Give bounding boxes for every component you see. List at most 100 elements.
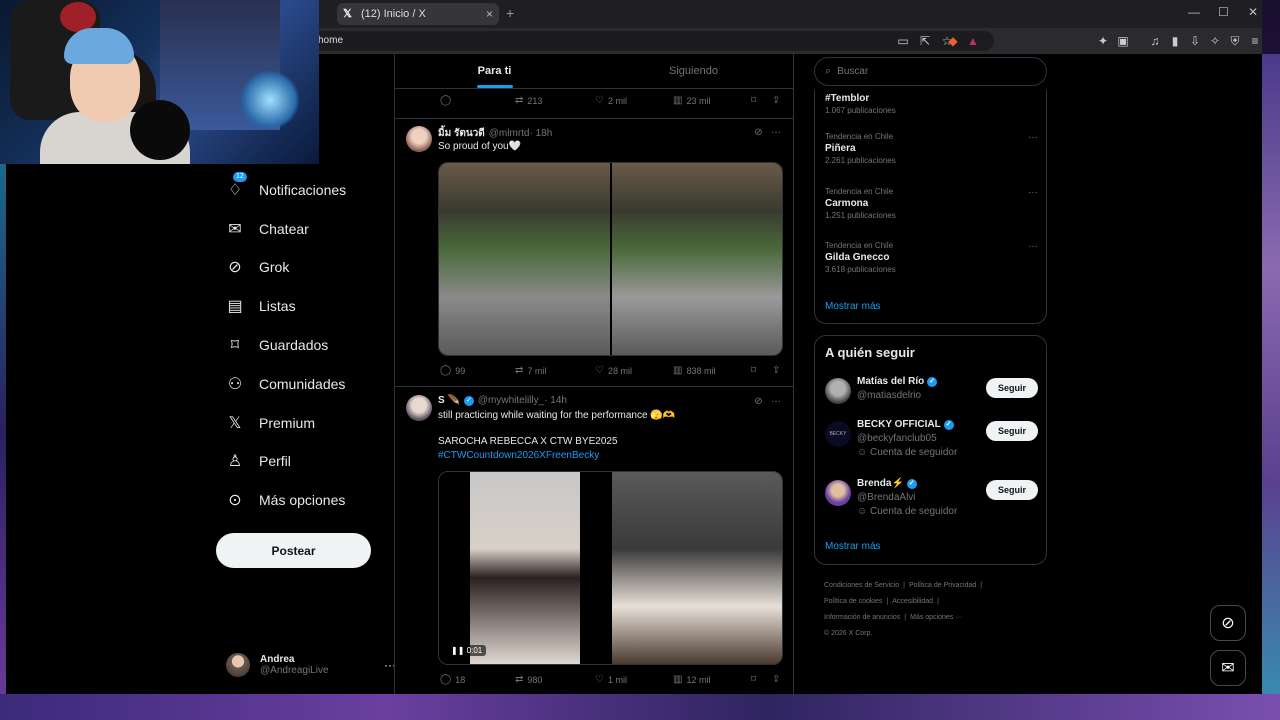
grok-float-button[interactable]: ⊘ [1210,605,1246,641]
minimize-button[interactable]: — [1188,5,1200,19]
follow-button[interactable]: Seguir [986,421,1038,441]
show-more-link[interactable]: Mostrar más [825,541,881,552]
avatar[interactable] [825,378,851,404]
views-button[interactable]: ▥ 838 mil [673,365,715,376]
footer-link[interactable]: Política de cookies [824,598,882,605]
avatar[interactable] [825,480,851,506]
video-frame[interactable] [470,472,580,664]
brave-rewards-icon[interactable]: ▲ [966,34,980,48]
retweet-button[interactable]: ⇄ 7 mil [515,365,546,376]
author-name[interactable]: มิ้ม รัตนวดี [438,126,485,141]
trend-item[interactable]: Tendencia en Chile Gilda Gnecco 3.618 pu… [825,241,1038,274]
vpn-icon[interactable]: ⛨ [1228,34,1242,49]
sidebar-toggle-icon[interactable]: ▮ [1168,34,1182,48]
follow-suggestion[interactable]: Matías del Río ✓ @matiasdelrio Seguir [825,376,1038,416]
brave-shield-icon[interactable]: ◆ [946,34,960,48]
like-button[interactable]: ♡ 1 mil [595,674,627,685]
bookmark-button[interactable]: ⌑ [751,674,760,685]
author-name[interactable]: S 🪶 [438,395,460,406]
reply-button[interactable]: ◯ 99 [440,365,465,376]
search-input[interactable]: ⌕ Buscar [814,57,1047,86]
trend-item[interactable]: #Temblor 1.067 publicaciones [825,91,1038,115]
account-switcher[interactable]: Andrea @AndreagiLive ··· [226,648,396,682]
messages-float-button[interactable]: ✉ [1210,650,1246,686]
reply-button[interactable]: ◯ [440,95,455,106]
share-button[interactable]: ⇪ [772,95,784,106]
menu-icon[interactable]: ≡ [1248,34,1262,48]
tweet-time[interactable]: · 18h [529,128,552,139]
grok-icon[interactable]: ⊘ [754,396,762,407]
nav-profile[interactable]: ♙ Perfil [226,446,291,476]
bookmark-button[interactable]: ⌑ [751,365,760,376]
cast-icon[interactable]: ▭ [896,34,910,48]
more-icon[interactable]: ··· [1028,132,1038,143]
url-field[interactable]: home [306,31,994,51]
hashtag-link[interactable]: #CTWCountdown2026XFreenBecky [438,450,599,461]
avatar[interactable] [406,126,432,152]
tab-close-icon[interactable]: × [486,7,493,21]
browser-tab[interactable]: 𝕏 (12) Inicio / X × [337,3,499,25]
post-button[interactable]: Postear [216,533,371,568]
close-window-button[interactable]: ✕ [1248,5,1258,19]
views-button[interactable]: ▥ 23 mil [673,95,710,106]
tweet-media[interactable] [438,162,783,356]
footer-link[interactable]: Condiciones de Servicio [824,582,899,589]
tweet-time[interactable]: · 14h [544,395,567,406]
nav-communities[interactable]: ⚇ Comunidades [226,369,346,399]
share-button[interactable]: ⇪ [772,365,784,376]
tweet-photo[interactable] [612,163,782,355]
footer-link[interactable]: Política de Privacidad [909,582,976,589]
retweet-button[interactable]: ⇄ 980 [515,674,542,685]
music-icon[interactable]: ♫ [1148,34,1162,48]
share-button[interactable]: ⇪ [772,674,784,685]
like-button[interactable]: ♡ 2 mil [595,95,627,106]
reply-button[interactable]: ◯ 18 [440,674,465,685]
video-timestamp[interactable]: ❚❚ 0:01 [447,645,487,656]
footer-link[interactable]: Información de anuncios [824,614,900,621]
tab-for-you[interactable]: Para ti [395,54,594,88]
nav-chat[interactable]: ✉ Chatear [226,214,309,244]
tab-following[interactable]: Siguiendo [594,54,793,88]
video-frame[interactable] [612,472,782,664]
grok-icon[interactable]: ⊘ [754,127,762,138]
extensions-icon[interactable]: ✦ [1096,34,1110,48]
leo-ai-icon[interactable]: ✧ [1208,34,1222,48]
footer-link[interactable]: Más opciones ··· [910,614,962,621]
more-icon[interactable]: ··· [771,396,781,407]
nav-lists[interactable]: ▤ Listas [226,291,295,321]
x-logo-icon: 𝕏 [343,8,352,20]
nav-bookmarks[interactable]: ⌑ Guardados [226,330,328,360]
author-handle[interactable]: @mywhitelilly_ [478,395,544,406]
tweet-video[interactable]: ❚❚ 0:01 [438,471,783,665]
new-tab-button[interactable]: + [506,5,514,21]
footer-link[interactable]: Accesibilidad [892,598,933,605]
more-icon[interactable]: ··· [1028,187,1038,198]
like-button[interactable]: ♡ 28 mil [595,365,632,376]
tweet-photo[interactable] [439,163,610,355]
follow-button[interactable]: Seguir [986,480,1038,500]
more-icon[interactable]: ··· [771,127,781,138]
wallet-icon[interactable]: ▣ [1116,34,1130,48]
nav-more[interactable]: ⊙ Más opciones [226,485,345,515]
author-handle[interactable]: @mlmrtd [489,128,530,139]
more-icon[interactable]: ··· [1028,241,1038,252]
share-icon[interactable]: ⇱ [918,34,932,48]
follow-button[interactable]: Seguir [986,378,1038,398]
trend-item[interactable]: Tendencia en Chile Piñera 2.261 publicac… [825,132,1038,165]
trend-item[interactable]: Tendencia en Chile Carmona 1.251 publica… [825,187,1038,220]
follow-suggestion[interactable]: BECKY BECKY OFFICIAL ✓ @beckyfanclub05 ☺… [825,419,1038,459]
avatar[interactable] [406,395,432,421]
maximize-button[interactable]: ☐ [1218,5,1229,19]
tweet-text: So proud of you🤍 [438,141,522,152]
nav-label: Perfil [259,453,291,469]
views-button[interactable]: ▥ 12 mil [673,674,710,685]
nav-premium[interactable]: 𝕏 Premium [226,408,315,438]
retweet-button[interactable]: ⇄ 213 [515,95,542,106]
nav-grok[interactable]: ⊘ Grok [226,252,289,282]
bookmark-button[interactable]: ⌑ [751,95,760,106]
download-icon[interactable]: ⇩ [1188,34,1202,48]
follow-suggestion[interactable]: Brenda⚡ ✓ @BrendaAlvi ☺ Cuenta de seguid… [825,478,1038,518]
nav-notifications[interactable]: ♢ 12 Notificaciones [226,172,346,205]
show-more-link[interactable]: Mostrar más [825,301,881,312]
avatar[interactable]: BECKY [825,421,851,447]
